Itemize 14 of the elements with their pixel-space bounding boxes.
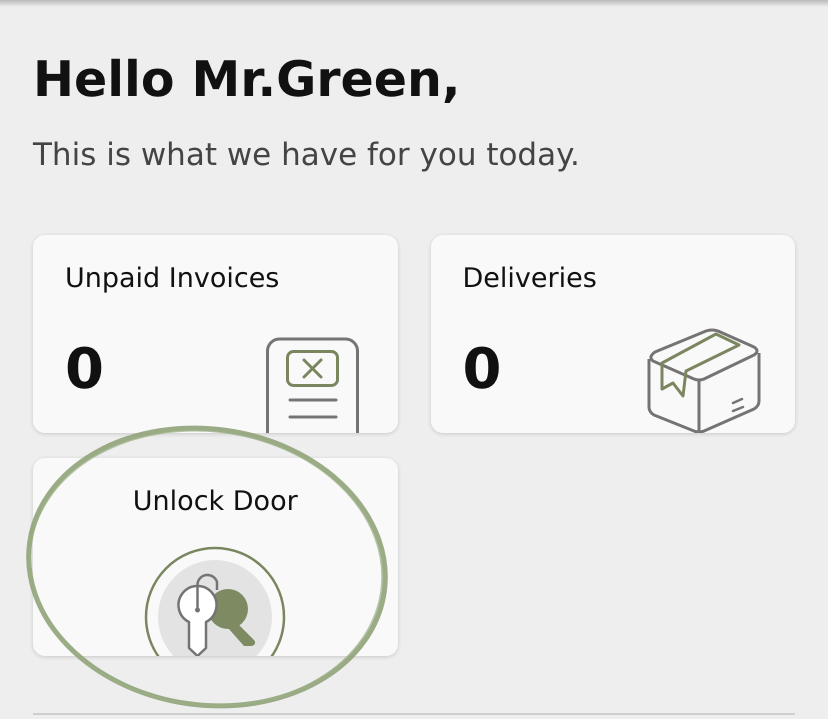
greeting-title: Hello Mr.Green, (33, 50, 462, 110)
unlock-button[interactable] (144, 546, 286, 656)
card-title: Unpaid Invoices (65, 262, 280, 296)
summary-card[interactable]: Unpaid Invoices 0 (33, 235, 398, 433)
greeting-subtitle: This is what we have for you today. (33, 136, 581, 175)
package-icon (646, 327, 762, 433)
invoice-icon (266, 337, 358, 433)
card-title: Deliveries (462, 262, 597, 296)
summary-card[interactable]: Deliveries 0 (430, 235, 795, 433)
key-icon (178, 574, 256, 656)
card-title: Unlock Door (132, 485, 298, 519)
card-count: 0 (65, 342, 104, 398)
card-count: 0 (462, 342, 502, 398)
action-card[interactable]: Unlock Door (33, 458, 398, 656)
